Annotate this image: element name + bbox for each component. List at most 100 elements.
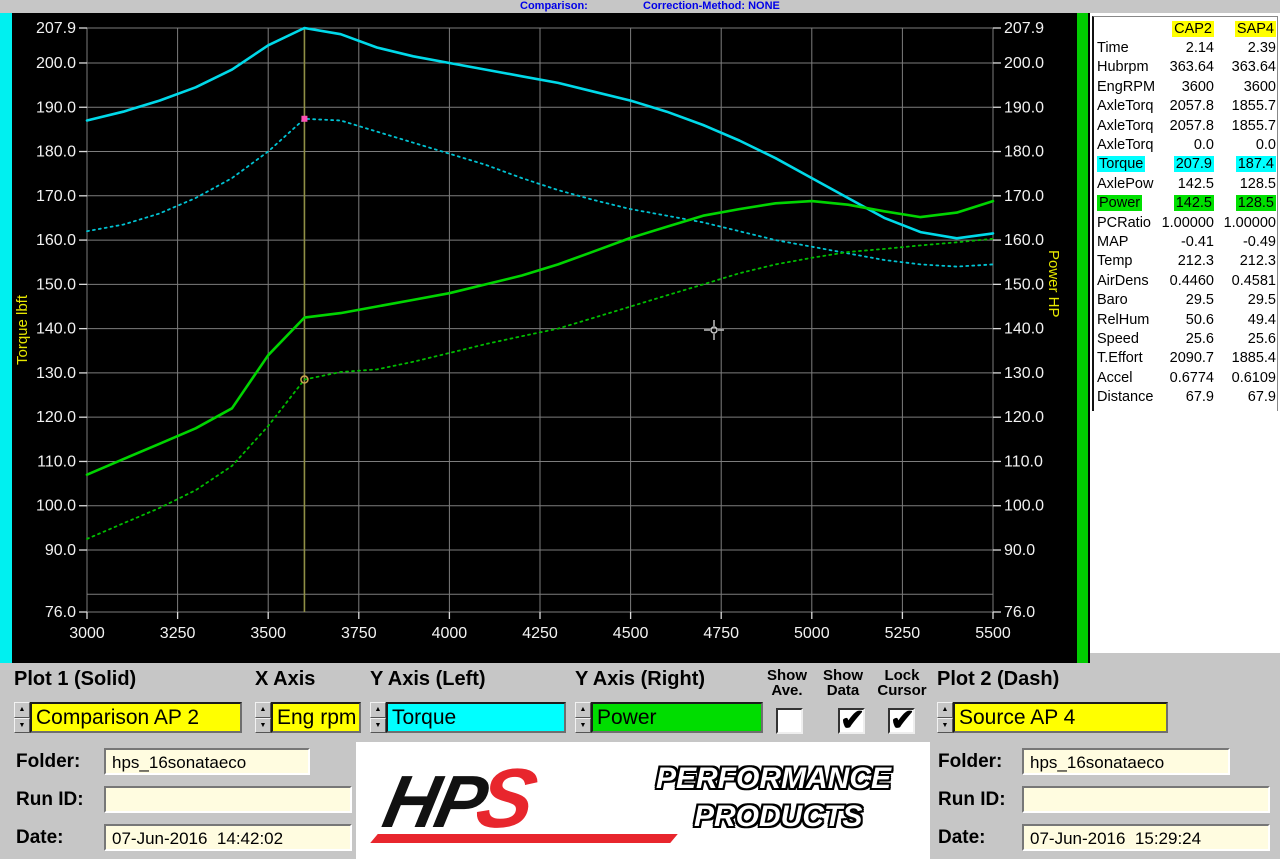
left-axis-tick-label: 120.0: [36, 409, 76, 426]
row-label: Power: [1097, 195, 1142, 211]
left-axis-tick-label: 207.9: [36, 20, 76, 37]
yright-label: Y Axis (Right): [575, 668, 705, 691]
right-axis-tick-label: 190.0: [1004, 99, 1044, 116]
right-date-field[interactable]: 07-Jun-2016 15:29:24: [1022, 824, 1270, 851]
cap2-value: 142.5: [1178, 176, 1214, 192]
right-axis-tick-label: 207.9: [1004, 20, 1044, 37]
table-row: AxleTorq2057.81855.7: [1097, 97, 1276, 116]
plot1-spin-down-icon[interactable]: ▼: [14, 718, 30, 734]
right-axis-tick-label: 110.0: [1004, 453, 1043, 470]
x-axis-tick-label: 5500: [975, 625, 1011, 642]
table-row: Accel0.67740.6109: [1097, 368, 1276, 387]
table-row: Torque207.9187.4: [1097, 155, 1276, 174]
row-label: Temp: [1097, 253, 1132, 269]
left-axis-tick-label: 180.0: [36, 144, 76, 161]
dyno-plot[interactable]: 207.9207.9200.0200.0190.0190.0180.0180.0…: [0, 13, 1090, 663]
table-row: RelHum50.649.4: [1097, 310, 1276, 329]
plot2-field[interactable]: Source AP 4: [953, 702, 1168, 733]
xaxis-label: X Axis: [255, 668, 315, 691]
plot1-combo: ▲ ▼ Comparison AP 2: [14, 702, 242, 733]
table-row: PCRatio1.000001.00000: [1097, 213, 1276, 232]
yleft-combo: ▲ ▼ Torque: [370, 702, 566, 733]
table-row: Baro 29.5 29.5: [1097, 290, 1276, 309]
left-date-label: Date:: [16, 827, 64, 849]
yright-spin-up-icon[interactable]: ▲: [575, 702, 591, 718]
right-axis-tick-label: 160.0: [1004, 232, 1044, 249]
plot1-field[interactable]: Comparison AP 2: [30, 702, 242, 733]
show-data-checkbox[interactable]: ✔: [838, 708, 865, 734]
table-row: EngRPM36003600: [1097, 77, 1276, 96]
yright-field[interactable]: Power: [591, 702, 763, 733]
xaxis-spin-up-icon[interactable]: ▲: [255, 702, 271, 718]
right-axis-tick-label: 90.0: [1004, 542, 1035, 559]
xaxis-spin-down-icon[interactable]: ▼: [255, 718, 271, 734]
x-axis-tick-label: 3500: [250, 625, 286, 642]
row-label: AxleTorqM: [1097, 118, 1154, 134]
show-data-label: Show Data: [814, 668, 872, 698]
cap2-value: 3600: [1182, 79, 1214, 95]
show-ave-label: Show Ave.: [758, 668, 816, 698]
cap2-value: 50.6: [1186, 312, 1214, 328]
row-label: Speed: [1097, 331, 1139, 347]
plot2-spin-down-icon[interactable]: ▼: [937, 718, 953, 734]
left-axis-tick-label: 170.0: [36, 188, 76, 205]
yright-combo: ▲ ▼ Power: [575, 702, 763, 733]
xaxis-field[interactable]: Eng rpm: [271, 702, 361, 733]
row-label: AxlePow: [1097, 176, 1153, 192]
left-folder-field[interactable]: hps_16sonataeco: [104, 748, 310, 775]
x-axis-tick-label: 5250: [885, 625, 921, 642]
sap4-value: 49.4: [1248, 312, 1276, 328]
show-ave-checkbox[interactable]: [776, 708, 803, 734]
sap4-value: 1.00000: [1224, 215, 1276, 231]
hps-logo: HPS: [376, 750, 545, 847]
sap4-value: 212.3: [1240, 253, 1276, 269]
xaxis-combo: ▲ ▼ Eng rpm: [255, 702, 361, 733]
cap2-value: 29.5: [1186, 292, 1214, 308]
x-axis-tick-label: 4000: [432, 625, 468, 642]
sap4-value: 1855.7: [1232, 118, 1276, 134]
right-runid-field[interactable]: [1022, 786, 1270, 813]
right-axis-tick-label: 100.0: [1004, 498, 1044, 515]
plot2-label: Plot 2 (Dash): [937, 668, 1059, 691]
right-axis-tick-label: 140.0: [1004, 321, 1044, 338]
cap2-value: 25.6: [1186, 331, 1214, 347]
cap2-value: 2.14: [1186, 40, 1214, 56]
cap2-value: 142.5: [1174, 195, 1214, 211]
table-row: AxleTorqM2057.81855.7: [1097, 116, 1276, 135]
yright-spinner: ▲ ▼: [575, 702, 591, 733]
yleft-spin-up-icon[interactable]: ▲: [370, 702, 386, 718]
left-date-field[interactable]: 07-Jun-2016 14:42:02: [104, 824, 352, 851]
yright-spin-down-icon[interactable]: ▼: [575, 718, 591, 734]
left-axis-tick-label: 76.0: [45, 604, 76, 621]
yleft-field[interactable]: Torque: [386, 702, 566, 733]
sap4-value: 29.5: [1248, 292, 1276, 308]
plot1-spin-up-icon[interactable]: ▲: [14, 702, 30, 718]
left-axis-tick-label: 160.0: [36, 232, 76, 249]
plot2-spin-up-icon[interactable]: ▲: [937, 702, 953, 718]
cap2-value: 363.64: [1170, 59, 1214, 75]
x-axis-tick-label: 3750: [341, 625, 377, 642]
left-runid-field[interactable]: [104, 786, 352, 813]
logo-products-text: PRODUCTS: [694, 800, 891, 834]
right-folder-label: Folder:: [938, 751, 1002, 773]
sap4-value: 67.9: [1248, 389, 1276, 405]
row-label: Baro: [1097, 292, 1128, 308]
row-label: Hubrpm: [1097, 59, 1149, 75]
cap2-value: 1.00000: [1162, 215, 1214, 231]
left-axis-tick-label: 140.0: [36, 321, 76, 338]
yleft-spin-down-icon[interactable]: ▼: [370, 718, 386, 734]
table-row: MAP-0.41-0.49: [1097, 232, 1276, 251]
right-axis-tick-label: 200.0: [1004, 55, 1044, 72]
right-folder-field[interactable]: hps_16sonataeco: [1022, 748, 1230, 775]
yleft-spinner: ▲ ▼: [370, 702, 386, 733]
column-cap2: CAP2: [1172, 21, 1214, 37]
x-axis-tick-label: 5000: [794, 625, 830, 642]
table-row: AxleTorqS0.00.0: [1097, 135, 1276, 154]
cap2-value: 212.3: [1178, 253, 1214, 269]
cap2-value: 0.4460: [1170, 273, 1214, 289]
lock-cursor-checkbox[interactable]: ✔: [888, 708, 915, 734]
row-label: AxleTorq: [1097, 98, 1153, 114]
right-runid-label: Run ID:: [938, 789, 1006, 811]
left-axis-tick-label: 130.0: [36, 365, 76, 382]
right-axis-tick-label: 120.0: [1004, 409, 1044, 426]
